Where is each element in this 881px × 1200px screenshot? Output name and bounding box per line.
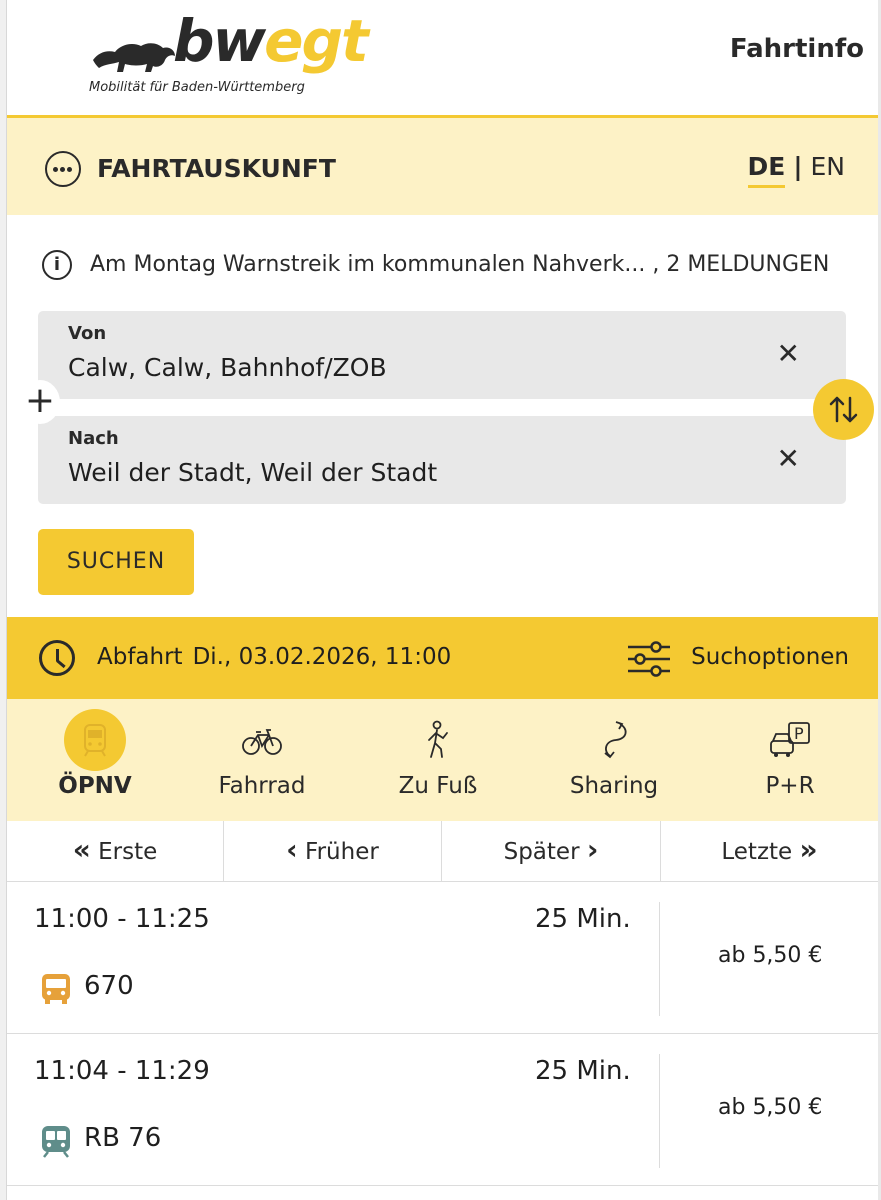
window-edge-left <box>0 0 7 1200</box>
sliders-icon <box>628 641 670 677</box>
connection-row[interactable]: 11:00 - 11:25 25 Min. 670 ab 5,50 € <box>7 882 878 1034</box>
first-label: Erste <box>98 839 158 865</box>
connection-duration: 25 Min. <box>535 1056 631 1086</box>
info-icon: i <box>42 250 72 280</box>
walking-icon <box>407 709 469 771</box>
connection-time: 11:00 - 11:25 <box>34 904 210 934</box>
transport-mode-tabs: ÖPNV Fahrrad Zu Fuß Sharing P P+R <box>7 699 878 821</box>
train-icon <box>64 709 126 771</box>
departure-bar: Abfahrt Di., 03.02.2026, 11:00 Suchoption… <box>7 617 878 699</box>
more-options-icon[interactable] <box>45 151 81 187</box>
from-label: Von <box>68 323 107 344</box>
result-pagination: « Erste ‹ Früher Später › Letzte » <box>7 821 878 882</box>
line-number: 670 <box>84 971 134 1001</box>
chevron-right-icon: › <box>586 833 599 866</box>
to-label: Nach <box>68 428 119 449</box>
row-divider <box>659 1054 660 1168</box>
tab-label: Sharing <box>569 773 659 799</box>
double-chevron-right-icon: » <box>799 833 818 866</box>
tab-oepnv[interactable]: ÖPNV <box>7 699 183 821</box>
connection-time: 11:04 - 11:29 <box>34 1056 210 1086</box>
tab-zu-fuss[interactable]: Zu Fuß <box>350 699 526 821</box>
add-via-button[interactable]: + <box>20 380 60 424</box>
tab-label: P+R <box>765 773 815 799</box>
notice-text: Am Montag Warnstreik im kommunalen Nahve… <box>90 252 830 277</box>
departure-label: Abfahrt <box>97 644 183 670</box>
sharing-icon <box>583 709 645 771</box>
earlier-label: Früher <box>305 839 379 865</box>
swap-stations-button[interactable] <box>813 379 874 440</box>
double-chevron-left-icon: « <box>72 833 91 866</box>
clear-to-icon[interactable]: ✕ <box>777 444 800 474</box>
connection-price: ab 5,50 € <box>718 1095 823 1120</box>
connection-row[interactable]: 11:04 - 11:29 25 Min. RB 76 ab 5,50 € <box>7 1034 878 1186</box>
bwegt-logo[interactable]: bwegt Mobilität für Baden-Württemberg <box>85 7 385 102</box>
to-field[interactable]: Nach Weil der Stadt, Weil der Stadt ✕ <box>38 416 846 504</box>
tab-fahrrad[interactable]: Fahrrad <box>174 699 350 821</box>
tab-sharing[interactable]: Sharing <box>526 699 702 821</box>
bus-icon <box>42 974 70 1004</box>
connection-price: ab 5,50 € <box>718 943 823 968</box>
tab-label: Zu Fuß <box>398 773 478 799</box>
departure-value: Di., 03.02.2026, 11:00 <box>192 644 452 670</box>
earlier-button[interactable]: ‹ Früher <box>224 821 442 881</box>
first-page-button[interactable]: « Erste <box>7 821 224 881</box>
tab-label: Fahrrad <box>218 773 306 799</box>
logo-tagline: Mobilität für Baden-Württemberg <box>89 80 305 95</box>
page-title: Fahrtinfo <box>729 34 864 64</box>
lang-de-link[interactable]: DE <box>747 152 786 188</box>
connection-duration: 25 Min. <box>535 904 631 934</box>
lion-logo-icon <box>93 43 175 72</box>
chevron-left-icon: ‹ <box>286 833 298 866</box>
clock-icon <box>39 640 75 676</box>
from-field[interactable]: Von Calw, Calw, Bahnhof/ZOB ✕ <box>38 311 846 399</box>
tab-park-ride[interactable]: P P+R <box>702 699 878 821</box>
search-options-label: Suchoptionen <box>691 644 849 670</box>
to-value[interactable]: Weil der Stadt, Weil der Stadt <box>68 458 437 487</box>
bicycle-icon <box>231 709 293 771</box>
svg-text:P: P <box>794 724 804 743</box>
tab-label: ÖPNV <box>58 773 132 799</box>
later-label: Später <box>503 839 580 865</box>
regional-train-icon <box>42 1126 70 1158</box>
search-button[interactable]: SUCHEN <box>38 529 194 595</box>
language-switch: DE | EN <box>747 152 846 188</box>
swap-arrows-icon <box>829 396 858 423</box>
later-button[interactable]: Später › <box>442 821 661 881</box>
row-divider <box>659 902 660 1016</box>
line-number: RB 76 <box>84 1123 162 1153</box>
from-value[interactable]: Calw, Calw, Bahnhof/ZOB <box>68 353 387 382</box>
clear-from-icon[interactable]: ✕ <box>777 339 800 369</box>
last-label: Letzte <box>721 839 793 865</box>
park-ride-icon: P <box>759 709 821 771</box>
lang-separator: | <box>793 152 803 181</box>
fahrtauskunft-bar: FAHRTAUSKUNFT DE | EN <box>7 115 878 215</box>
section-title: FAHRTAUSKUNFT <box>97 154 336 183</box>
departure-time[interactable]: Abfahrt Di., 03.02.2026, 11:00 <box>97 644 451 670</box>
lang-en-link[interactable]: EN <box>811 152 846 181</box>
last-page-button[interactable]: Letzte » <box>661 821 878 881</box>
app-header: bwegt Mobilität für Baden-Württemberg Fa… <box>7 0 878 115</box>
logo-wordmark: bwegt <box>173 7 369 75</box>
